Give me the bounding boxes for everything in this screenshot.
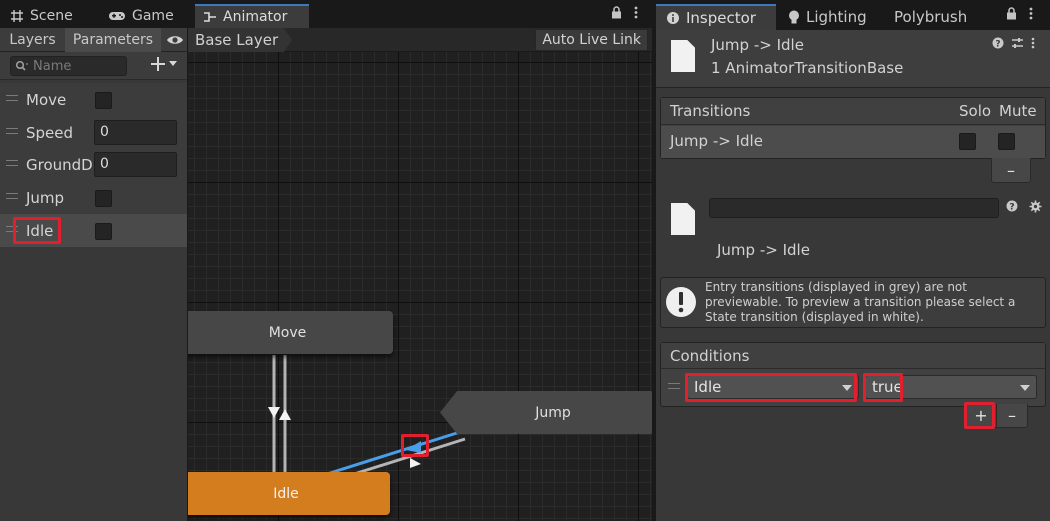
bulb-icon — [788, 10, 800, 25]
animator-toolbar: Base Layer Auto Live Link — [188, 28, 652, 52]
tab-layers[interactable]: Layers — [0, 28, 65, 52]
svg-text:?: ? — [1009, 203, 1014, 213]
highlight-annotation — [13, 217, 61, 244]
grid-icon — [10, 9, 24, 23]
add-parameter-button[interactable] — [150, 56, 177, 72]
drag-handle-icon[interactable] — [6, 160, 18, 166]
warning-icon — [665, 286, 697, 318]
inspector-header: Jump -> Idle 1 AnimatorTransitionBase ? — [656, 30, 1050, 88]
transition-icon — [671, 203, 695, 235]
jump-trigger-checkbox[interactable] — [95, 190, 112, 207]
remove-condition-button[interactable]: – — [996, 404, 1028, 428]
info-icon — [666, 11, 680, 25]
transitions-header: Transitions Solo Mute — [661, 98, 1045, 125]
search-icon — [15, 60, 29, 72]
state-machine-graph[interactable]: Move Jump Idle — [188, 52, 652, 521]
gear-icon[interactable] — [1029, 200, 1042, 213]
parameter-row-idle[interactable]: Idle — [0, 214, 187, 247]
chevron-down-icon — [169, 61, 177, 66]
drag-handle-icon[interactable] — [6, 95, 18, 101]
lock-icon[interactable] — [1006, 7, 1017, 20]
info-message-text: Entry transitions (displayed in grey) ar… — [705, 280, 1016, 324]
more-options-icon[interactable] — [1029, 7, 1033, 20]
tab-label: Game — [132, 8, 174, 24]
arrow-right-icon — [410, 458, 421, 468]
transition-asset-icon — [671, 40, 695, 72]
speed-float-field[interactable]: 0 — [94, 120, 177, 145]
conditions-list: Conditions Idle true — [660, 342, 1046, 407]
tab-lighting[interactable]: Lighting — [778, 4, 877, 30]
breadcrumb[interactable]: Base Layer — [188, 28, 293, 52]
drag-handle-icon[interactable] — [668, 383, 680, 389]
tab-inspector[interactable]: Inspector — [656, 4, 776, 30]
tab-label: Scene — [30, 8, 73, 24]
transitions-list: Transitions Solo Mute Jump -> Idle — [660, 97, 1046, 159]
drag-handle-icon[interactable] — [6, 128, 18, 134]
transition-label: Jump -> Idle — [717, 241, 810, 259]
more-options-icon[interactable] — [634, 6, 638, 19]
inspector-window: Inspector Lighting Polybrush Jump -> Idl… — [656, 0, 1050, 521]
tab-label: Animator — [223, 9, 288, 25]
conditions-title: Conditions — [670, 347, 750, 365]
animator-icon — [203, 11, 217, 23]
tab-animator[interactable]: Animator — [195, 4, 309, 28]
highlight-annotation — [964, 402, 995, 429]
parameter-row-move[interactable]: Move — [0, 83, 187, 116]
more-options-icon[interactable] — [1031, 37, 1035, 49]
chevron-down-icon — [1020, 385, 1030, 391]
svg-text:?: ? — [995, 40, 1000, 50]
editor-tab-bar: Scene Game Animator — [0, 0, 652, 28]
help-icon[interactable]: ? — [1006, 200, 1018, 212]
arrow-down-icon — [268, 407, 280, 418]
parameter-row-jump[interactable]: Jump — [0, 181, 187, 214]
transition-row[interactable]: Jump -> Idle — [661, 126, 1045, 158]
inspector-subtitle: 1 AnimatorTransitionBase — [711, 59, 904, 77]
highlight-annotation — [685, 373, 857, 402]
remove-transition-button[interactable]: – — [991, 158, 1031, 183]
parameter-row-speed[interactable]: Speed 0 — [0, 116, 187, 149]
highlight-annotation — [863, 373, 903, 402]
tab-scene[interactable]: Scene — [2, 4, 81, 28]
parameter-row-grounddistance[interactable]: GroundDi 0 — [0, 148, 187, 181]
tab-parameters[interactable]: Parameters — [65, 28, 161, 52]
tab-polybrush[interactable]: Polybrush — [884, 4, 977, 30]
help-icon[interactable]: ? — [992, 37, 1004, 49]
arrow-up-icon — [279, 409, 291, 420]
eye-icon[interactable] — [163, 28, 187, 52]
inspector-title: Jump -> Idle — [711, 36, 804, 54]
move-bool-checkbox[interactable] — [95, 92, 112, 109]
mute-checkbox[interactable] — [998, 133, 1015, 150]
info-message-box: Entry transitions (displayed in grey) ar… — [660, 277, 1046, 328]
idle-bool-checkbox[interactable] — [95, 223, 112, 240]
search-input[interactable]: Name — [10, 56, 127, 76]
preset-icon[interactable] — [1011, 37, 1024, 49]
auto-live-link-button[interactable]: Auto Live Link — [535, 29, 648, 51]
tab-game[interactable]: Game — [100, 4, 182, 28]
gamepad-icon — [108, 10, 126, 22]
solo-checkbox[interactable] — [959, 133, 976, 150]
grounddistance-float-field[interactable]: 0 — [94, 152, 177, 177]
lock-icon[interactable] — [611, 6, 622, 19]
highlight-annotation — [401, 434, 429, 457]
parameters-panel: Layers Parameters Name Move Speed 0 Grou… — [0, 28, 187, 521]
transition-name-field[interactable] — [709, 198, 999, 218]
condition-row[interactable]: Idle true — [661, 370, 1045, 406]
drag-handle-icon[interactable] — [6, 193, 18, 199]
search-placeholder: Name — [33, 58, 72, 74]
